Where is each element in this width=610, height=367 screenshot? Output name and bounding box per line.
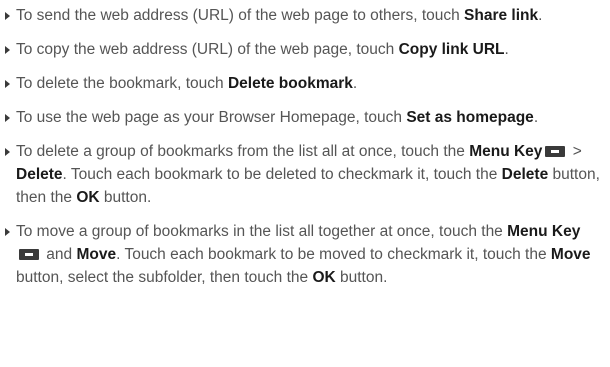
triangle-bullet-icon bbox=[5, 228, 10, 236]
item-text: . bbox=[533, 109, 539, 126]
item-text: > bbox=[568, 143, 582, 160]
item-text: button, select the subfolder, then touch… bbox=[16, 269, 313, 286]
triangle-bullet-icon bbox=[5, 80, 10, 88]
item-text: . bbox=[504, 41, 509, 58]
list-item-share-link: To send the web address (URL) of the web… bbox=[0, 4, 606, 27]
list-item-set-as-homepage: To use the web page as your Browser Home… bbox=[0, 106, 606, 129]
item-text: To delete the bookmark, touch bbox=[16, 75, 228, 92]
move-term: Move bbox=[76, 246, 117, 263]
menu-key-term: Menu Key bbox=[469, 143, 543, 160]
item-text: button. bbox=[335, 269, 388, 286]
ok-button-term: OK bbox=[312, 269, 336, 286]
list-item-delete-group: To delete a group of bookmarks from the … bbox=[0, 140, 606, 209]
delete-term: Delete bbox=[16, 166, 63, 183]
share-link-term: Share link bbox=[464, 7, 539, 24]
item-text: To move a group of bookmarks in the list… bbox=[16, 223, 508, 240]
item-text: To send the web address (URL) of the web… bbox=[16, 7, 465, 24]
triangle-bullet-icon bbox=[5, 46, 10, 54]
item-text: . Touch each bookmark to be deleted to c… bbox=[62, 166, 502, 183]
item-text: . Touch each bookmark to be moved to che… bbox=[116, 246, 551, 263]
item-text: button. bbox=[99, 189, 152, 206]
menu-key-icon bbox=[19, 249, 39, 260]
item-text: To use the web page as your Browser Home… bbox=[16, 109, 407, 126]
list-item-delete-bookmark: To delete the bookmark, touch Delete boo… bbox=[0, 72, 606, 95]
menu-key-icon bbox=[545, 146, 566, 157]
item-text: . bbox=[352, 75, 358, 92]
ok-button-term: OK bbox=[76, 189, 100, 206]
triangle-bullet-icon bbox=[5, 12, 10, 20]
instruction-list: To send the web address (URL) of the web… bbox=[0, 4, 606, 289]
item-text: To delete a group of bookmarks from the … bbox=[16, 143, 470, 160]
item-text: and bbox=[42, 246, 77, 263]
move-button-term: Move bbox=[550, 246, 591, 263]
triangle-bullet-icon bbox=[5, 148, 10, 156]
item-text: . bbox=[538, 7, 543, 24]
delete-bookmark-term: Delete bookmark bbox=[227, 75, 353, 92]
triangle-bullet-icon bbox=[5, 114, 10, 122]
item-text: To copy the web address (URL) of the web… bbox=[16, 41, 399, 58]
list-item-move-group: To move a group of bookmarks in the list… bbox=[0, 220, 606, 289]
copy-link-url-term: Copy link URL bbox=[398, 41, 505, 58]
set-as-homepage-term: Set as homepage bbox=[406, 109, 534, 126]
list-item-copy-link-url: To copy the web address (URL) of the web… bbox=[0, 38, 606, 61]
delete-button-term: Delete bbox=[501, 166, 549, 183]
menu-key-term: Menu Key bbox=[507, 223, 581, 240]
